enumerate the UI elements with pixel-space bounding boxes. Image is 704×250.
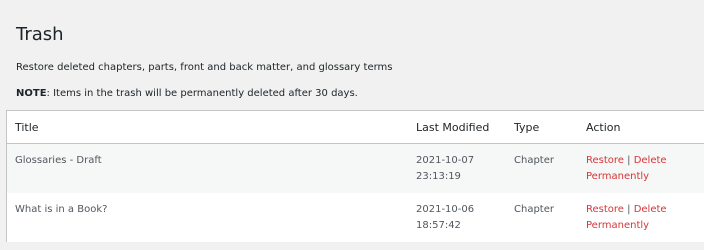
row-type: Chapter [506,193,578,242]
trash-page: Trash Restore deleted chapters, parts, f… [10,8,704,102]
trash-table: Title Last Modified Type Action Glossari… [6,110,704,242]
restore-link[interactable]: Restore [586,155,624,166]
row-title: What is in a Book? [6,193,408,242]
note-label: NOTE [16,88,47,99]
page-title: Trash [16,24,64,45]
row-actions: Restore | Delete Permanently [578,143,704,193]
table-row: Glossaries - Draft 2021-10-07 23:13:19 Ch… [6,143,704,193]
page-description: Restore deleted chapters, parts, front a… [16,62,393,73]
row-time: 18:57:42 [416,220,461,231]
row-type: Chapter [506,143,578,193]
row-date: 2021-10-07 [416,155,475,166]
table-row: What is in a Book? 2021-10-06 18:57:42 Ch… [6,193,704,242]
row-actions: Restore | Delete Permanently [578,193,704,242]
trash-note: NOTE: Items in the trash will be permane… [10,76,704,102]
restore-link[interactable]: Restore [586,204,624,215]
row-last-modified: 2021-10-07 23:13:19 [408,143,506,193]
column-header-type[interactable]: Type [506,110,578,144]
action-separator: | [627,204,631,215]
column-header-title[interactable]: Title [6,110,408,144]
action-separator: | [627,155,631,166]
row-last-modified: 2021-10-06 18:57:42 [408,193,506,242]
column-header-last-modified[interactable]: Last Modified [408,110,506,144]
column-header-action: Action [578,110,704,144]
table-header-row: Title Last Modified Type Action [6,110,704,144]
note-text: : Items in the trash will be permanently… [46,88,358,99]
row-time: 23:13:19 [416,171,461,182]
row-date: 2021-10-06 [416,204,475,215]
row-title: Glossaries - Draft [6,143,408,193]
